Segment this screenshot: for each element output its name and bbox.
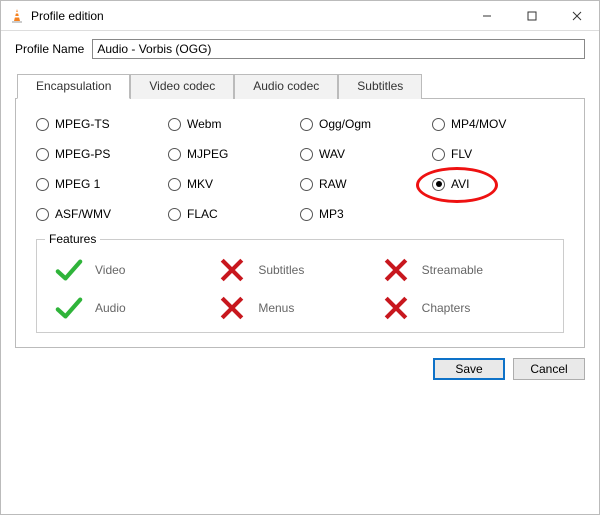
titlebar: Profile edition <box>1 1 599 31</box>
features-group: Features VideoSubtitlesStreamableAudioMe… <box>36 239 564 333</box>
encapsulation-option[interactable]: MPEG-TS <box>36 117 168 131</box>
encapsulation-option-label: FLAC <box>187 207 218 221</box>
encapsulation-option-label: WAV <box>319 147 345 161</box>
feature-item: Menus <box>218 294 381 322</box>
radio-icon <box>36 208 49 221</box>
feature-item: Audio <box>55 294 218 322</box>
vlc-cone-icon <box>9 8 25 24</box>
encapsulation-panel: MPEG-TS Webm Ogg/Ogm MP4/MOV MPEG-PS MJPEG WAV… <box>15 99 585 348</box>
feature-item: Subtitles <box>218 256 381 284</box>
encapsulation-option[interactable]: FLAC <box>168 207 300 221</box>
encapsulation-option[interactable]: FLV <box>432 147 564 161</box>
tab-encapsulation[interactable]: Encapsulation <box>17 74 130 99</box>
window-title: Profile edition <box>31 9 104 23</box>
radio-icon <box>300 118 313 131</box>
cross-icon <box>218 294 246 322</box>
profile-name-label: Profile Name <box>15 42 84 56</box>
radio-icon <box>432 118 445 131</box>
radio-icon <box>36 148 49 161</box>
tab-video-codec[interactable]: Video codec <box>130 74 234 99</box>
radio-icon <box>168 148 181 161</box>
encapsulation-option-label: MKV <box>187 177 213 191</box>
radio-icon <box>300 208 313 221</box>
feature-label: Menus <box>258 301 294 315</box>
encapsulation-option-label: MPEG 1 <box>55 177 100 191</box>
encapsulation-option-label: AVI <box>451 177 469 191</box>
radio-icon <box>168 118 181 131</box>
feature-label: Video <box>95 263 125 277</box>
feature-label: Audio <box>95 301 126 315</box>
encapsulation-option-label: ASF/WMV <box>55 207 111 221</box>
encapsulation-option[interactable]: WAV <box>300 147 432 161</box>
feature-label: Streamable <box>422 263 483 277</box>
cancel-button[interactable]: Cancel <box>513 358 585 380</box>
feature-item: Video <box>55 256 218 284</box>
encapsulation-option-label: Webm <box>187 117 221 131</box>
radio-icon <box>432 178 445 191</box>
maximize-button[interactable] <box>509 1 554 30</box>
cross-icon <box>382 294 410 322</box>
encapsulation-option[interactable]: MKV <box>168 177 300 191</box>
feature-item: Streamable <box>382 256 545 284</box>
encapsulation-option-label: MJPEG <box>187 147 228 161</box>
encapsulation-option[interactable]: ASF/WMV <box>36 207 168 221</box>
encapsulation-option[interactable]: MP3 <box>300 207 432 221</box>
encapsulation-option-label: MPEG-TS <box>55 117 110 131</box>
profile-name-row: Profile Name <box>15 39 585 59</box>
feature-item: Chapters <box>382 294 545 322</box>
tab-subtitles[interactable]: Subtitles <box>338 74 422 99</box>
encapsulation-option-label: Ogg/Ogm <box>319 117 371 131</box>
radio-icon <box>36 118 49 131</box>
encapsulation-option[interactable]: MJPEG <box>168 147 300 161</box>
tabstrip: Encapsulation Video codec Audio codec Su… <box>15 73 585 99</box>
check-icon <box>55 256 83 284</box>
tab-audio-codec[interactable]: Audio codec <box>234 74 338 99</box>
encapsulation-option-label: MPEG-PS <box>55 147 110 161</box>
encapsulation-option[interactable]: MPEG-PS <box>36 147 168 161</box>
encapsulation-option[interactable]: Ogg/Ogm <box>300 117 432 131</box>
cross-icon <box>218 256 246 284</box>
window-controls <box>464 1 599 30</box>
encapsulation-option[interactable]: Webm <box>168 117 300 131</box>
radio-icon <box>168 208 181 221</box>
cross-icon <box>382 256 410 284</box>
radio-icon <box>432 148 445 161</box>
feature-label: Chapters <box>422 301 471 315</box>
features-title: Features <box>45 232 100 246</box>
radio-icon <box>300 178 313 191</box>
encapsulation-option-label: RAW <box>319 177 347 191</box>
check-icon <box>55 294 83 322</box>
encapsulation-option[interactable]: MP4/MOV <box>432 117 564 131</box>
encapsulation-option-label: MP4/MOV <box>451 117 506 131</box>
encapsulation-option[interactable]: MPEG 1 <box>36 177 168 191</box>
close-button[interactable] <box>554 1 599 30</box>
encapsulation-option-label: FLV <box>451 147 472 161</box>
encapsulation-option[interactable]: AVI <box>432 177 564 191</box>
save-button[interactable]: Save <box>433 358 505 380</box>
radio-icon <box>36 178 49 191</box>
dialog-buttons: Save Cancel <box>1 348 599 390</box>
encapsulation-option[interactable]: RAW <box>300 177 432 191</box>
feature-label: Subtitles <box>258 263 304 277</box>
radio-icon <box>300 148 313 161</box>
encapsulation-option-label: MP3 <box>319 207 344 221</box>
profile-name-input[interactable] <box>92 39 585 59</box>
radio-icon <box>168 178 181 191</box>
minimize-button[interactable] <box>464 1 509 30</box>
